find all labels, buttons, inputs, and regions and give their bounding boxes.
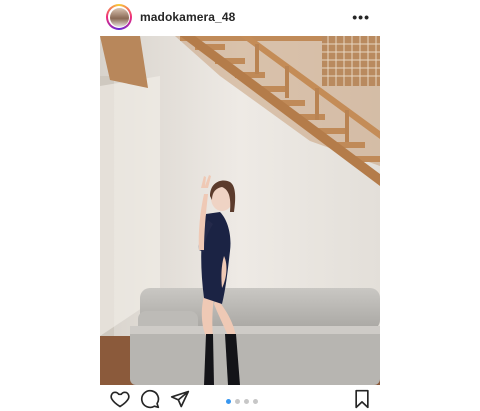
bookmark-icon[interactable] xyxy=(352,389,372,409)
post-header: madokamera_48 ••• xyxy=(100,0,380,34)
comment-icon[interactable] xyxy=(140,389,160,409)
username-link[interactable]: madokamera_48 xyxy=(140,10,235,24)
carousel-indicator xyxy=(226,399,258,404)
carousel-dot xyxy=(235,399,240,404)
carousel-dot xyxy=(226,399,231,404)
carousel-dot xyxy=(244,399,249,404)
avatar[interactable] xyxy=(106,4,132,30)
heart-icon[interactable] xyxy=(110,389,130,409)
post-photo-image xyxy=(100,36,380,385)
more-options-button[interactable]: ••• xyxy=(352,10,370,24)
avatar-image xyxy=(109,7,129,27)
post-photo[interactable] xyxy=(100,36,380,385)
carousel-dot xyxy=(253,399,258,404)
avatar-frame xyxy=(108,6,130,28)
paper-plane-icon[interactable] xyxy=(170,389,190,409)
